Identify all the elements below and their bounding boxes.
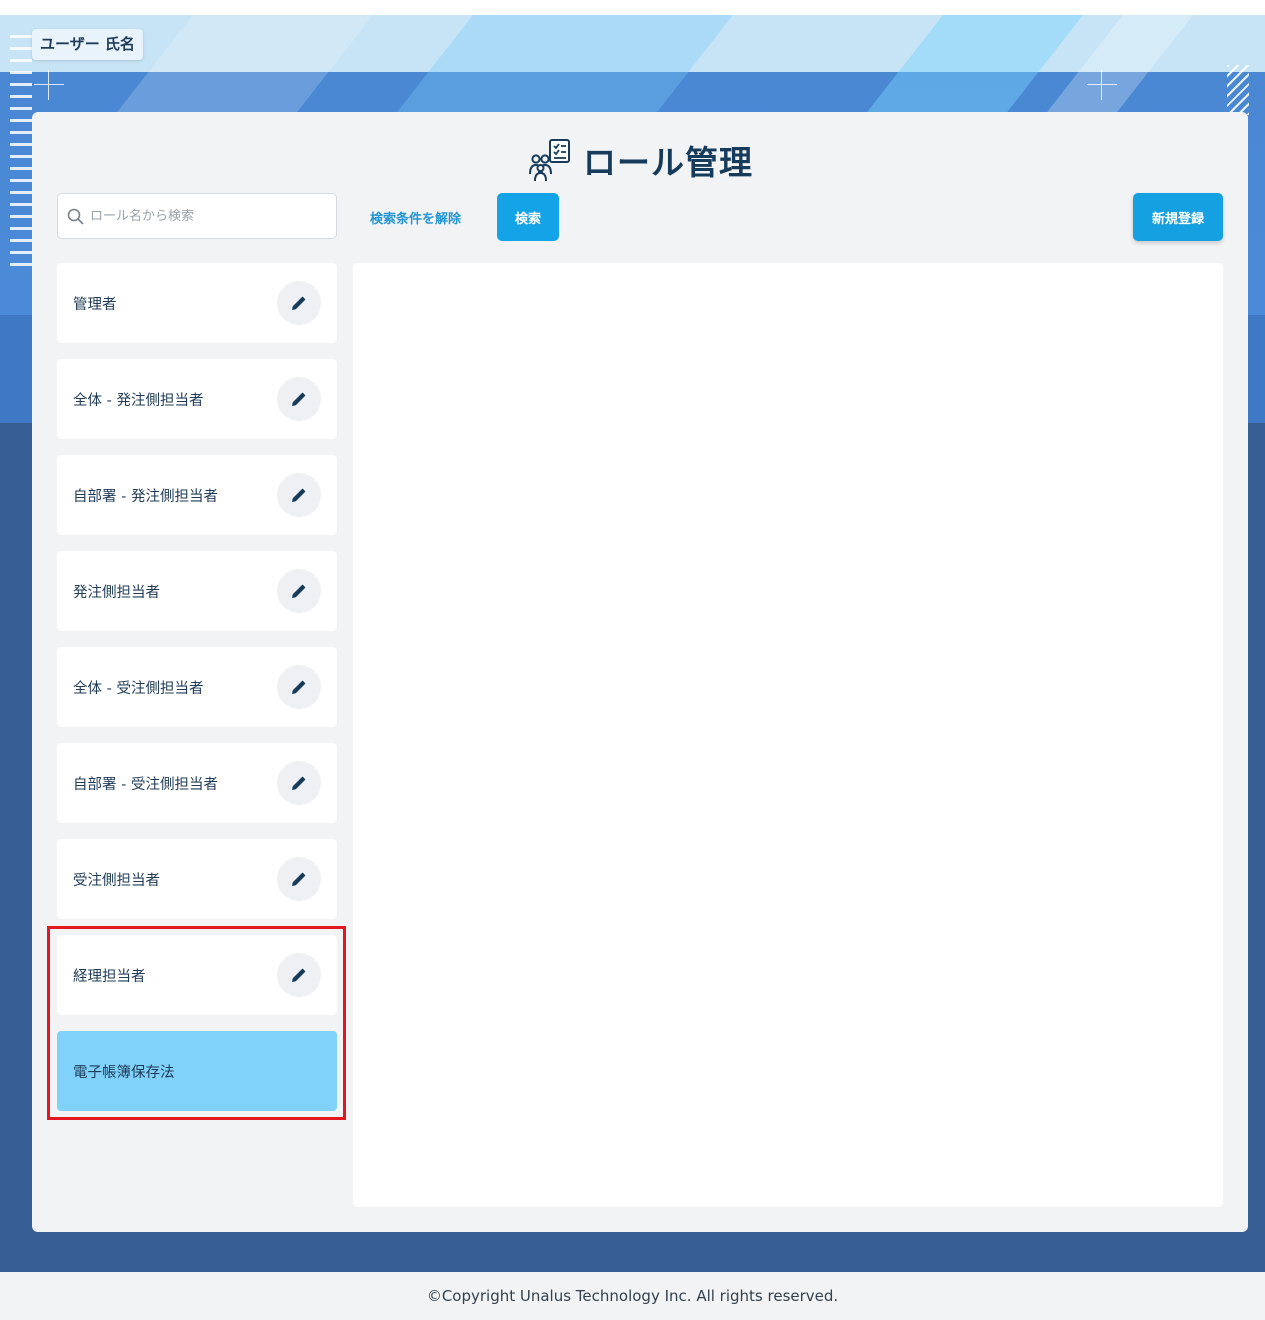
edit-role-button[interactable] <box>277 761 321 805</box>
role-management-icon <box>529 139 570 182</box>
edit-role-button[interactable] <box>277 569 321 613</box>
pencil-icon <box>292 680 306 694</box>
role-list-item[interactable]: 全体 - 発注側担当者 <box>57 359 337 439</box>
main-panel: ロール管理 検索条件を解除 検索 新規登録 管理者 全体 - 発注側担当者 自部… <box>32 112 1248 1232</box>
pencil-icon <box>292 488 306 502</box>
role-list-item[interactable]: 受注側担当者 <box>57 839 337 919</box>
edit-role-button[interactable] <box>277 473 321 517</box>
user-name-badge[interactable]: ユーザー 氏名 <box>32 29 143 60</box>
decor-cross <box>1087 84 1117 85</box>
footer: ©Copyright Unalus Technology Inc. All ri… <box>0 1272 1265 1320</box>
role-list-item[interactable]: 管理者 <box>57 263 337 343</box>
pencil-icon <box>292 296 306 310</box>
edit-role-button[interactable] <box>277 953 321 997</box>
edit-role-button[interactable] <box>277 377 321 421</box>
pencil-icon <box>292 968 306 982</box>
role-label: 発注側担当者 <box>73 584 160 601</box>
decor-cross <box>34 84 64 85</box>
decor-band <box>107 15 373 125</box>
role-label: 自部署 - 受注側担当者 <box>73 776 218 793</box>
new-registration-button[interactable]: 新規登録 <box>1133 193 1223 241</box>
edit-role-button[interactable] <box>277 857 321 901</box>
search-input[interactable] <box>90 208 330 224</box>
page-title: ロール管理 <box>583 143 753 182</box>
decor-cross <box>48 70 49 100</box>
role-list-item[interactable]: 発注側担当者 <box>57 551 337 631</box>
decor-stripes <box>1227 65 1249 115</box>
search-box[interactable] <box>57 193 337 239</box>
role-label: 管理者 <box>73 296 117 313</box>
role-list-item[interactable]: 自部署 - 受注側担当者 <box>57 743 337 823</box>
role-label: 全体 - 発注側担当者 <box>73 392 204 409</box>
role-label: 全体 - 受注側担当者 <box>73 680 204 697</box>
pencil-icon <box>292 392 306 406</box>
role-list-item-selected[interactable]: 電子帳簿保存法 <box>57 1031 337 1111</box>
role-list-item[interactable]: 経理担当者 <box>57 935 337 1015</box>
role-label: 経理担当者 <box>73 968 146 985</box>
copyright-text: ©Copyright Unalus Technology Inc. All ri… <box>426 1287 839 1305</box>
role-list-item[interactable]: 全体 - 受注側担当者 <box>57 647 337 727</box>
decor-band <box>387 15 733 125</box>
edit-role-button[interactable] <box>277 665 321 709</box>
search-button[interactable]: 検索 <box>497 193 559 241</box>
pencil-icon <box>292 584 306 598</box>
role-list-item[interactable]: 自部署 - 発注側担当者 <box>57 455 337 535</box>
decor-lines <box>10 35 32 275</box>
pencil-icon <box>292 872 306 886</box>
edit-role-button[interactable] <box>277 281 321 325</box>
role-list: 管理者 全体 - 発注側担当者 自部署 - 発注側担当者 発注側担当者 全体 -… <box>57 263 337 1127</box>
clear-search-link[interactable]: 検索条件を解除 <box>370 208 461 227</box>
pencil-icon <box>292 776 306 790</box>
page-header: ロール管理 <box>32 136 1248 184</box>
role-detail-area <box>353 263 1223 1207</box>
decor-cross <box>1101 70 1102 100</box>
role-label: 受注側担当者 <box>73 872 160 889</box>
role-label: 電子帳簿保存法 <box>73 1064 175 1081</box>
top-strip <box>0 0 1265 15</box>
role-label: 自部署 - 発注側担当者 <box>73 488 218 505</box>
search-icon <box>67 208 84 224</box>
